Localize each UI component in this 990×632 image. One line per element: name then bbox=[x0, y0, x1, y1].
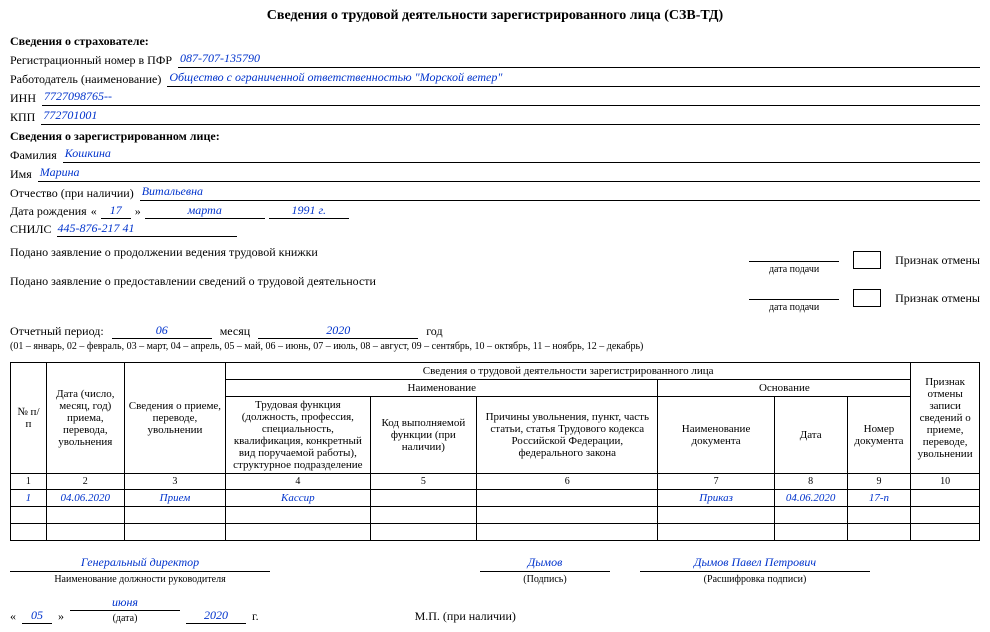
lastname-value: Кошкина bbox=[63, 146, 980, 163]
r1-docnum: 17-п bbox=[847, 490, 911, 507]
th-docdate: Дата bbox=[774, 397, 847, 474]
date-submit-label-1: дата подачи bbox=[749, 264, 839, 275]
dob-label: Дата рождения bbox=[10, 204, 87, 219]
th-osnov: Основание bbox=[658, 380, 911, 397]
table-row: 1 04.06.2020 Прием Кассир Приказ 04.06.2… bbox=[11, 490, 980, 507]
cancel-check-2[interactable] bbox=[853, 289, 881, 307]
cancel-label-2: Признак отмены bbox=[895, 291, 980, 306]
snils-value: 445-876-217 41 bbox=[57, 221, 237, 237]
sign-position: Генеральный директор bbox=[10, 555, 270, 572]
th-main: Сведения о трудовой деятельности зарегис… bbox=[226, 363, 911, 380]
th-np: № п/п bbox=[11, 363, 47, 474]
r1-date: 04.06.2020 bbox=[46, 490, 124, 507]
th-cancel: Признак отмены записи сведений о приеме,… bbox=[911, 363, 980, 474]
r1-info: Прием bbox=[124, 490, 225, 507]
kpp-label: КПП bbox=[10, 110, 35, 125]
period-month-label: месяц bbox=[220, 324, 251, 339]
th-code: Код выполняемой функции (при наличии) bbox=[370, 397, 477, 474]
employer-label: Работодатель (наименование) bbox=[10, 72, 161, 87]
stamp-label: М.П. (при наличии) bbox=[415, 609, 516, 624]
snils-label: СНИЛС bbox=[10, 222, 51, 237]
r1-func: Кассир bbox=[226, 490, 370, 507]
num-5: 5 bbox=[370, 474, 477, 490]
date-submit-1[interactable] bbox=[749, 245, 839, 262]
activity-table: № п/п Дата (число, месяц, год) приема, п… bbox=[10, 362, 980, 541]
dob-month: марта bbox=[145, 203, 265, 219]
firstname-value: Марина bbox=[38, 165, 980, 182]
date-submit-label-2: дата подачи bbox=[749, 302, 839, 313]
cancel-label-1: Признак отмены bbox=[895, 253, 980, 268]
sign-year: 2020 bbox=[186, 608, 246, 624]
document-title: Сведения о трудовой деятельности зарегис… bbox=[10, 8, 980, 24]
kpp-value: 772701001 bbox=[41, 108, 980, 125]
inn-value: 7727098765-- bbox=[42, 89, 980, 106]
app-line-1: Подано заявление о продолжении ведения т… bbox=[10, 245, 729, 260]
period-year-label: год bbox=[426, 324, 442, 339]
th-func: Трудовая функция (должность, профессия, … bbox=[226, 397, 370, 474]
num-4: 4 bbox=[226, 474, 370, 490]
th-info: Сведения о приеме, переводе, увольнении bbox=[124, 363, 225, 474]
sign-fullname-label: (Расшифровка подписи) bbox=[704, 574, 807, 585]
num-2: 2 bbox=[46, 474, 124, 490]
patronymic-value: Витальевна bbox=[140, 184, 980, 201]
th-reason: Причины увольнения, пункт, часть статьи,… bbox=[477, 397, 658, 474]
date-submit-2[interactable] bbox=[749, 283, 839, 300]
dob-day: 17 bbox=[101, 203, 131, 219]
period-note: (01 – январь, 02 – февраль, 03 – март, 0… bbox=[10, 341, 980, 352]
r1-docdate: 04.06.2020 bbox=[774, 490, 847, 507]
th-date: Дата (число, месяц, год) приема, перевод… bbox=[46, 363, 124, 474]
dob-year: 1991 г. bbox=[269, 203, 349, 219]
table-row bbox=[11, 507, 980, 524]
r1-code bbox=[370, 490, 477, 507]
num-7: 7 bbox=[658, 474, 774, 490]
period-label: Отчетный период: bbox=[10, 324, 104, 339]
num-9: 9 bbox=[847, 474, 911, 490]
sign-day: 05 bbox=[22, 608, 52, 624]
sign-fullname: Дымов Павел Петрович bbox=[640, 555, 870, 572]
sign-month: июня bbox=[70, 595, 180, 611]
cancel-check-1[interactable] bbox=[853, 251, 881, 269]
employer-value: Общество с ограниченной ответственностью… bbox=[167, 70, 980, 87]
sign-date-label: (дата) bbox=[113, 613, 138, 624]
reg-label: Регистрационный номер в ПФР bbox=[10, 53, 172, 68]
num-6: 6 bbox=[477, 474, 658, 490]
num-10: 10 bbox=[911, 474, 980, 490]
r1-docname: Приказ bbox=[658, 490, 774, 507]
r1-np: 1 bbox=[11, 490, 47, 507]
th-naimen: Наименование bbox=[226, 380, 658, 397]
app-line-2: Подано заявление о предоставлении сведен… bbox=[10, 274, 729, 289]
r1-reason bbox=[477, 490, 658, 507]
lastname-label: Фамилия bbox=[10, 148, 57, 163]
table-row bbox=[11, 524, 980, 541]
num-8: 8 bbox=[774, 474, 847, 490]
th-docname: Наименование документа bbox=[658, 397, 774, 474]
r1-cancel bbox=[911, 490, 980, 507]
num-1: 1 bbox=[11, 474, 47, 490]
reg-value: 087-707-135790 bbox=[178, 51, 980, 68]
sign-year-suffix: г. bbox=[252, 609, 259, 624]
person-header: Сведения о зарегистрированном лице: bbox=[10, 129, 980, 144]
inn-label: ИНН bbox=[10, 91, 36, 106]
sign-signature-label: (Подпись) bbox=[523, 574, 566, 585]
period-year-value: 2020 bbox=[258, 323, 418, 339]
patronymic-label: Отчество (при наличии) bbox=[10, 186, 134, 201]
insurer-header: Сведения о страхователе: bbox=[10, 34, 980, 49]
firstname-label: Имя bbox=[10, 167, 32, 182]
period-month-value: 06 bbox=[112, 323, 212, 339]
sign-position-label: Наименование должности руководителя bbox=[54, 574, 225, 585]
num-3: 3 bbox=[124, 474, 225, 490]
th-docnum: Номер документа bbox=[847, 397, 911, 474]
sign-signature: Дымов bbox=[480, 555, 610, 572]
